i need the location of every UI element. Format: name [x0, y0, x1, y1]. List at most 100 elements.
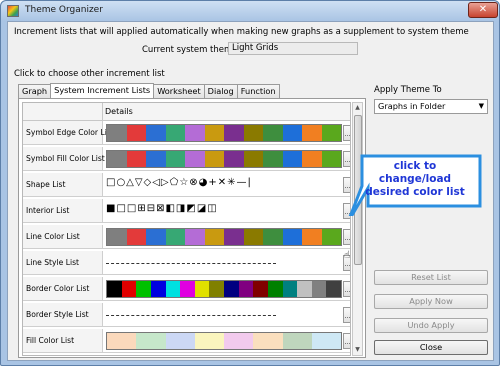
row-details[interactable]: □○△▽◇◁▷⬠☆⊗◕+✕✳—|...: [104, 173, 350, 196]
row-details[interactable]: ...: [104, 147, 350, 170]
choose-list-label: Click to choose other increment list: [14, 69, 165, 79]
undo-apply-button[interactable]: Undo Apply: [374, 318, 488, 333]
grid-scrollbar[interactable]: ▲ ▼: [352, 102, 363, 356]
color-swatch: [302, 125, 322, 141]
increment-list-grid: Details Symbol Edge Color List... Symbol …: [22, 102, 351, 356]
row-name: Fill Color List: [23, 329, 103, 352]
title-bar: Theme Organizer ✕: [1, 1, 499, 21]
color-swatch: [204, 151, 224, 167]
close-button[interactable]: Close: [374, 340, 488, 355]
row-details[interactable]: ...: [104, 303, 350, 326]
close-window-button[interactable]: ✕: [468, 2, 498, 18]
color-swatch: [224, 281, 239, 297]
apply-theme-select[interactable]: Graphs in Folder ▼: [374, 99, 488, 114]
row-name: Line Color List: [23, 225, 103, 248]
table-row[interactable]: Interior List ■□□⊞⊟⊠◧◨◩◪◫...: [23, 199, 350, 223]
color-swatch-strip[interactable]: [106, 332, 342, 350]
row-name: Border Color List: [23, 277, 103, 300]
glyph-samples: □○△▽◇◁▷⬠☆⊗◕+✕✳—|: [106, 177, 252, 188]
row-name: Interior List: [23, 199, 103, 222]
color-swatch: [311, 333, 341, 349]
browse-list-button[interactable]: ...: [343, 125, 350, 141]
color-swatch: [136, 333, 166, 349]
current-theme-label: Current system theme:: [142, 45, 241, 55]
color-swatch: [126, 151, 146, 167]
table-row[interactable]: Line Color List...: [23, 225, 350, 249]
row-details[interactable]: ■□□⊞⊟⊠◧◨◩◪◫...: [104, 199, 350, 222]
browse-list-button[interactable]: ...: [343, 307, 350, 323]
table-row[interactable]: Symbol Fill Color List...: [23, 147, 350, 171]
callout-text: click to change/load desired color list: [365, 160, 465, 198]
color-swatch: [253, 281, 268, 297]
browse-list-button[interactable]: ...: [343, 229, 350, 245]
browse-list-button[interactable]: ...: [343, 281, 350, 297]
color-swatch: [321, 125, 341, 141]
color-swatch: [267, 281, 283, 297]
color-swatch: [165, 281, 181, 297]
color-swatch: [243, 151, 263, 167]
color-swatch: [282, 125, 302, 141]
table-row[interactable]: Fill Color List...: [23, 329, 350, 353]
color-swatch: [165, 125, 185, 141]
color-swatch-strip[interactable]: [106, 124, 342, 142]
tab-dialog[interactable]: Dialog: [203, 84, 238, 98]
app-icon: [7, 5, 19, 17]
color-swatch: [165, 229, 185, 245]
row-details[interactable]: ...: [104, 225, 350, 248]
color-swatch: [165, 333, 195, 349]
row-name: Symbol Fill Color List: [23, 147, 105, 170]
color-swatch: [185, 229, 205, 245]
color-swatch: [302, 151, 322, 167]
color-swatch: [326, 281, 341, 297]
row-name: Border Style List: [23, 303, 103, 326]
color-swatch: [224, 229, 244, 245]
scroll-down-icon[interactable]: ▼: [353, 345, 362, 355]
color-swatch: [194, 333, 224, 349]
dropdown-arrow-icon: ▼: [478, 102, 484, 110]
scroll-up-icon[interactable]: ▲: [353, 103, 362, 113]
tab-graph[interactable]: Graph: [18, 84, 52, 98]
tab-function[interactable]: Function: [236, 84, 280, 98]
browse-list-button[interactable]: ...: [343, 333, 350, 349]
color-swatch: [136, 281, 151, 297]
row-details[interactable]: ...: [104, 329, 350, 352]
apply-theme-label: Apply Theme To: [374, 85, 442, 95]
row-details[interactable]: ...: [104, 121, 350, 144]
color-swatch: [107, 333, 137, 349]
row-name: Shape List: [23, 173, 103, 196]
row-name: Line Style List: [23, 251, 103, 274]
current-theme-field: Light Grids: [228, 42, 358, 55]
color-swatch-strip[interactable]: [106, 150, 342, 168]
table-row[interactable]: Border Style List...: [23, 303, 350, 327]
color-swatch: [224, 125, 244, 141]
row-details[interactable]: ...: [104, 277, 350, 300]
reset-list-button[interactable]: Reset List: [374, 270, 488, 285]
color-swatch: [282, 229, 302, 245]
glyph-samples: ■□□⊞⊟⊠◧◨◩◪◫: [106, 203, 218, 214]
color-swatch: [321, 151, 341, 167]
apply-now-button[interactable]: Apply Now: [374, 294, 488, 309]
row-details[interactable]: ...: [104, 251, 350, 274]
tab-system-increment-lists[interactable]: System Increment Lists: [50, 83, 155, 98]
color-swatch-strip[interactable]: [106, 228, 342, 246]
color-swatch: [150, 281, 166, 297]
color-swatch: [107, 281, 122, 297]
line-style-samples: [106, 315, 276, 316]
details-header: Details: [105, 107, 133, 116]
table-row[interactable]: Border Color List...: [23, 277, 350, 301]
color-swatch: [311, 281, 327, 297]
tab-bar: Graph System Increment Lists Worksheet D…: [18, 83, 280, 98]
color-swatch: [107, 151, 127, 167]
tab-worksheet[interactable]: Worksheet: [153, 84, 205, 98]
table-row[interactable]: Symbol Edge Color List...: [23, 121, 350, 145]
color-swatch: [238, 281, 254, 297]
color-swatch: [194, 281, 210, 297]
color-swatch: [209, 281, 224, 297]
color-swatch-strip[interactable]: [106, 280, 342, 298]
color-swatch: [185, 125, 205, 141]
table-row[interactable]: Line Style List...: [23, 251, 350, 275]
table-row[interactable]: Shape List □○△▽◇◁▷⬠☆⊗◕+✕✳—|...: [23, 173, 350, 197]
color-swatch: [263, 125, 283, 141]
color-swatch: [204, 229, 224, 245]
color-swatch: [297, 281, 312, 297]
